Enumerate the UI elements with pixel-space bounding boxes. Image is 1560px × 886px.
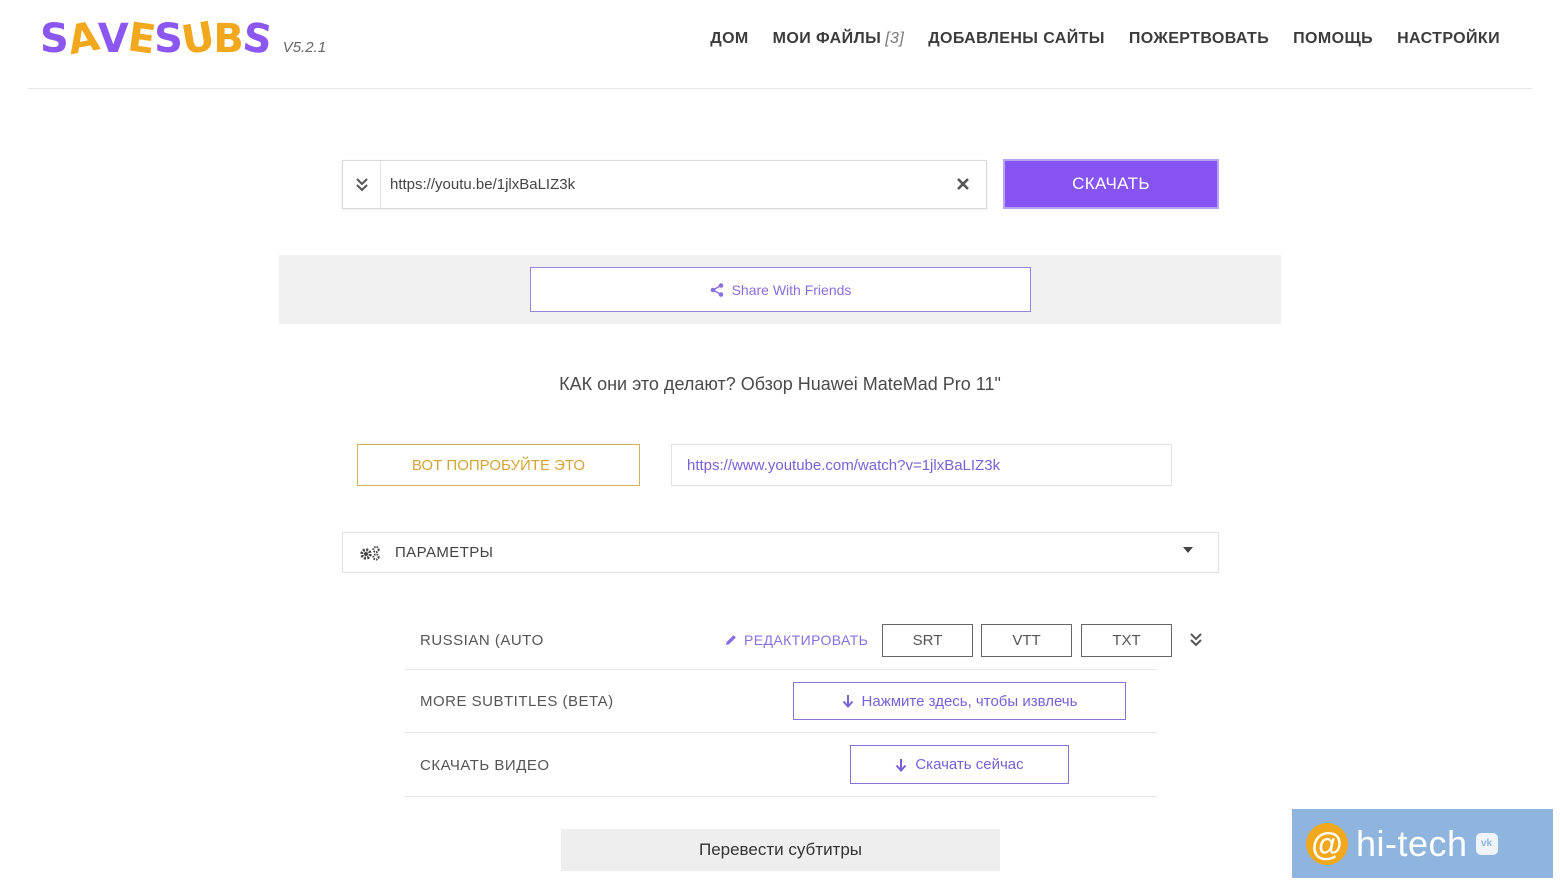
- app-version: V5.2.1: [282, 39, 327, 56]
- at-sign-icon: @: [1306, 822, 1348, 865]
- url-options-toggle[interactable]: [343, 161, 381, 208]
- translate-subtitles-button[interactable]: Перевести субтитры: [561, 829, 1000, 871]
- nav-my-files-count: [3]: [885, 30, 905, 47]
- video-title: КАК они это делают? Обзор Huawei MateMad…: [559, 374, 1001, 394]
- share-button[interactable]: Share With Friends: [530, 267, 1031, 312]
- logo[interactable]: SAVESUBS V5.2.1: [40, 13, 327, 65]
- header: SAVESUBS V5.2.1 ДОМ МОИ ФАЙЛЫ [3] ДОБАВЛЕ…: [28, 0, 1532, 89]
- main-nav: ДОМ МОИ ФАЙЛЫ [3] ДОБАВЛЕНЫ САЙТЫ ПОЖЕРТВ…: [710, 30, 1500, 48]
- close-icon: [957, 178, 969, 190]
- share-section: Share With Friends: [279, 255, 1281, 324]
- vtt-button[interactable]: VTT: [981, 624, 1072, 657]
- download-now-label: Скачать сейчас: [915, 756, 1024, 773]
- nav-added-sites[interactable]: ДОБАВЛЕНЫ САЙТЫ: [928, 30, 1105, 48]
- subtitle-language: RUSSIAN (AUTO: [420, 632, 544, 649]
- url-form: [342, 160, 987, 209]
- watermark-text: hi-tech: [1356, 822, 1468, 864]
- caret-down-icon: [1183, 547, 1193, 553]
- nav-my-files-label: МОИ ФАЙЛЫ: [772, 30, 882, 47]
- params-toggle[interactable]: ПАРАМЕТРЫ: [342, 532, 1219, 573]
- nav-my-files[interactable]: МОИ ФАЙЛЫ [3]: [773, 30, 905, 48]
- arrow-down-icon: [842, 695, 853, 708]
- nav-settings[interactable]: НАСТРОЙКИ: [1397, 30, 1500, 48]
- params-label: ПАРАМЕТРЫ: [395, 544, 494, 561]
- gears-icon: [360, 545, 380, 561]
- share-label: Share With Friends: [731, 281, 852, 298]
- download-button[interactable]: СКАЧАТЬ: [1003, 159, 1219, 209]
- clear-url-button[interactable]: [952, 173, 974, 195]
- vk-icon: vk: [1475, 832, 1498, 855]
- nav-help[interactable]: ПОМОЩЬ: [1293, 30, 1373, 48]
- url-input[interactable]: [381, 161, 941, 208]
- extract-label: Нажмите здесь, чтобы извлечь: [861, 692, 1078, 710]
- video-url-field[interactable]: https://www.youtube.com/watch?v=1jlxBaLI…: [671, 444, 1172, 486]
- logo-wordmark: SAVESUBS: [40, 13, 274, 65]
- pencil-icon: [726, 635, 736, 645]
- nav-donate[interactable]: ПОЖЕРТВОВАТЬ: [1129, 30, 1269, 48]
- arrow-down-icon: [896, 758, 907, 772]
- edit-label: РЕДАКТИРОВАТЬ: [744, 632, 869, 648]
- srt-button[interactable]: SRT: [882, 624, 973, 657]
- share-icon: [710, 282, 723, 297]
- more-subtitles-row: MORE SUBTITLES (BETA) Нажмите здесь, что…: [405, 670, 1157, 733]
- extract-subtitles-button[interactable]: Нажмите здесь, чтобы извлечь: [793, 682, 1126, 720]
- double-chevron-down-icon[interactable]: [1190, 633, 1202, 647]
- subtitle-row: RUSSIAN (AUTO РЕДАКТИРОВАТЬ SRT VTT TXT: [405, 610, 1202, 670]
- try-this-button[interactable]: ВОТ ПОПРОБУЙТЕ ЭТО: [357, 444, 640, 486]
- download-video-row: СКАЧАТЬ ВИДЕО Скачать сейчас: [405, 733, 1157, 797]
- download-now-button[interactable]: Скачать сейчас: [850, 745, 1069, 784]
- nav-home[interactable]: ДОМ: [710, 30, 748, 48]
- txt-button[interactable]: TXT: [1081, 624, 1172, 657]
- double-chevron-down-icon: [355, 177, 368, 191]
- download-video-label: СКАЧАТЬ ВИДЕО: [420, 757, 550, 774]
- more-subtitles-label: MORE SUBTITLES (BETA): [420, 693, 614, 710]
- edit-subtitle-link[interactable]: РЕДАКТИРОВАТЬ: [725, 632, 868, 648]
- watermark: @ hi-tech vk: [1292, 809, 1553, 878]
